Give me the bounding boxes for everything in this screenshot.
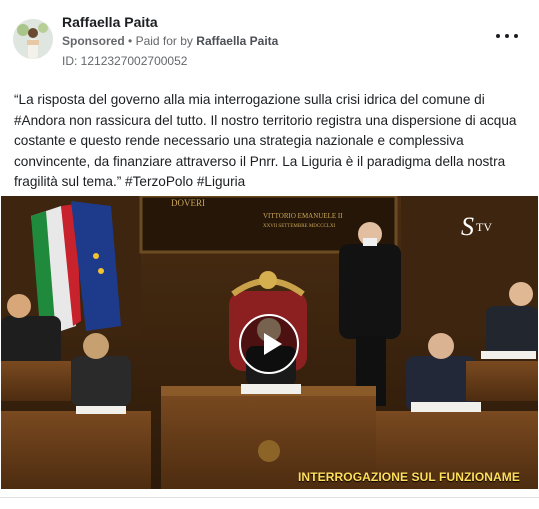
author-name[interactable]: Raffaella Paita	[62, 14, 158, 30]
ad-post-card: Raffaella Paita Sponsored • Paid for by …	[0, 0, 539, 509]
sponsored-label: Sponsored	[62, 34, 125, 48]
plaque-line2: VITTORIO EMANUELE II	[263, 212, 343, 220]
separator-dot: •	[128, 34, 136, 48]
divider	[0, 497, 539, 498]
ad-id: ID: 1212327002700052	[62, 54, 188, 68]
author-avatar[interactable]	[13, 19, 53, 59]
video-caption: INTERROGAZIONE SUL FUNZIONAME	[298, 470, 521, 484]
post-text: “La risposta del governo alla mia interr…	[14, 92, 517, 189]
more-options-icon[interactable]	[496, 30, 518, 42]
paid-for-prefix: Paid for by	[135, 34, 193, 48]
paid-for-name[interactable]: Raffaella Paita	[196, 34, 278, 48]
logo-suffix: TV	[476, 220, 492, 234]
plaque-line3: XXVII SETTEMBRE MDCCCLXI	[263, 224, 336, 229]
logo-letter: S	[461, 212, 474, 241]
senato-tv-logo: S TV	[461, 212, 492, 242]
sponsored-line: Sponsored • Paid for by Raffaella Paita	[62, 34, 278, 48]
plaque-line1: DOVERI	[171, 198, 205, 208]
play-button-icon[interactable]	[239, 314, 299, 374]
